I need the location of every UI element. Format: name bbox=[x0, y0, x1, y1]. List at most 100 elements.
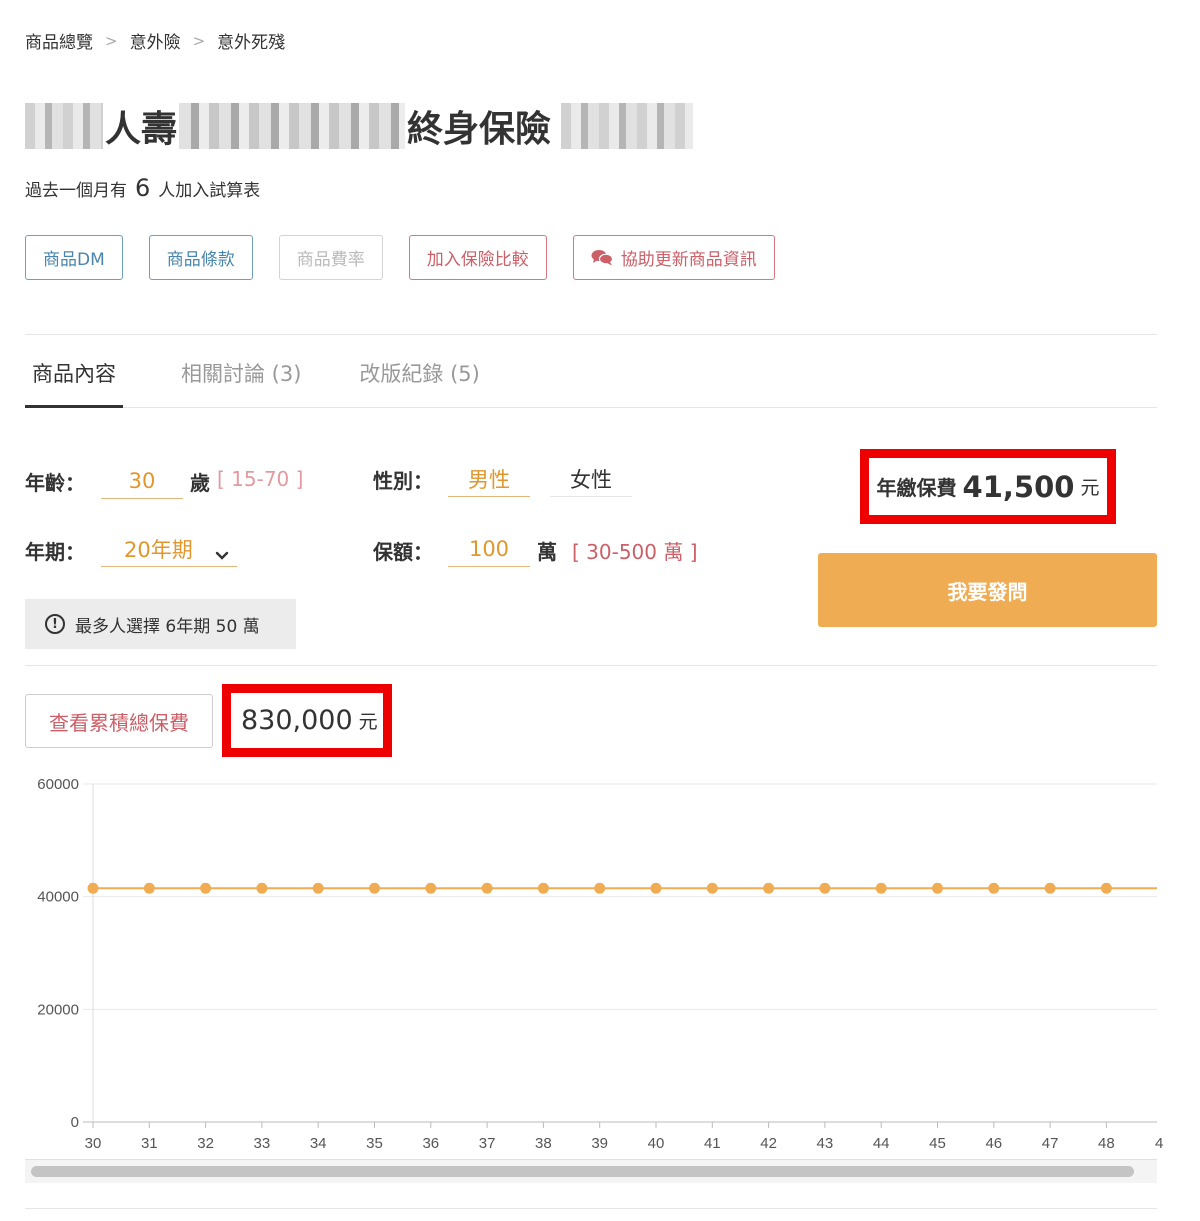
data-point bbox=[1100, 882, 1112, 894]
x-tick-label: 46 bbox=[985, 1135, 1002, 1152]
popularity-count: 6 bbox=[135, 174, 151, 202]
divider bbox=[25, 334, 1157, 335]
gender-female-option[interactable]: 女性 bbox=[550, 461, 632, 497]
term-label: 年期： bbox=[25, 540, 85, 564]
chart-scrollbar[interactable] bbox=[25, 1159, 1157, 1183]
add-compare-button[interactable]: 加入保險比較 bbox=[408, 235, 547, 280]
data-point bbox=[537, 882, 549, 894]
x-tick-label: 34 bbox=[310, 1135, 327, 1152]
product-terms-button[interactable]: 商品條款 bbox=[148, 235, 253, 280]
data-point bbox=[143, 882, 155, 894]
tab-revisions[interactable]: 改版紀錄 (5) bbox=[359, 344, 479, 407]
data-point bbox=[1044, 882, 1056, 894]
redacted-block bbox=[179, 103, 406, 149]
exclamation-circle-icon: ! bbox=[45, 614, 65, 634]
page-title: 人壽 終身保險 bbox=[25, 100, 694, 152]
chevron-down-icon bbox=[215, 542, 229, 566]
y-tick-label: 20000 bbox=[37, 1001, 79, 1018]
tip-text: 最多人選擇 6年期 50 萬 bbox=[75, 616, 260, 637]
x-tick-label: 40 bbox=[648, 1135, 665, 1152]
title-text-part1: 人壽 bbox=[105, 109, 178, 150]
x-tick-label: 30 bbox=[85, 1135, 102, 1152]
y-tick-label: 40000 bbox=[37, 889, 79, 906]
x-tick-label: 43 bbox=[817, 1135, 834, 1152]
x-tick-label: 33 bbox=[254, 1135, 271, 1152]
premium-line-chart: 0 20000 40000 60000 30 31 32 33 34 35 36 37 38 39 40 41… bbox=[0, 760, 1200, 1170]
breadcrumb-item-accident[interactable]: 意外險 bbox=[130, 28, 181, 53]
redacted-block bbox=[25, 103, 103, 149]
annual-premium-box: 年繳保費 41,500 元 bbox=[860, 449, 1116, 524]
redacted-block bbox=[561, 103, 694, 149]
popular-choice-tip: ! 最多人選擇 6年期 50 萬 bbox=[25, 599, 296, 649]
ask-question-button[interactable]: 我要發問 bbox=[818, 553, 1157, 627]
data-point bbox=[87, 882, 99, 894]
data-point bbox=[932, 882, 943, 894]
x-tick-label: 45 bbox=[929, 1135, 946, 1152]
data-point bbox=[706, 882, 718, 894]
view-cumulative-premium-button[interactable]: 查看累積總保費 bbox=[25, 694, 213, 748]
x-tick-label: 38 bbox=[535, 1135, 552, 1152]
breadcrumb-item-accident-death[interactable]: 意外死殘 bbox=[217, 28, 285, 53]
amount-label: 保額： bbox=[373, 540, 433, 564]
data-point bbox=[256, 882, 268, 894]
annual-premium-value: 41,500 bbox=[962, 469, 1075, 504]
divider bbox=[25, 1208, 1157, 1209]
cumulative-total-value: 830,000 bbox=[241, 705, 353, 736]
breadcrumb-separator: > bbox=[105, 31, 118, 50]
product-rates-button[interactable]: 商品費率 bbox=[278, 235, 383, 280]
x-tick-label: 47 bbox=[1042, 1135, 1059, 1152]
data-point bbox=[425, 882, 437, 894]
x-tick-label: 35 bbox=[366, 1135, 383, 1152]
age-label: 年齡： bbox=[25, 471, 85, 495]
x-tick-label: 42 bbox=[760, 1135, 777, 1152]
breadcrumb-item-products[interactable]: 商品總覽 bbox=[25, 28, 93, 53]
tab-discussions[interactable]: 相關討論 (3) bbox=[181, 344, 301, 407]
x-tick-label: 48 bbox=[1098, 1135, 1115, 1152]
title-text-part2: 終身保險 bbox=[407, 109, 552, 150]
data-point bbox=[312, 882, 324, 894]
tab-bar: 商品內容 相關討論 (3) 改版紀錄 (5) bbox=[25, 344, 1157, 408]
amount-input[interactable]: 100 bbox=[448, 531, 530, 567]
age-unit: 歲 bbox=[190, 471, 210, 495]
annual-premium-label: 年繳保費 bbox=[876, 476, 957, 500]
annual-premium-unit: 元 bbox=[1080, 477, 1100, 499]
amount-range: [ 30-500 萬 ] bbox=[572, 540, 698, 564]
x-tick-label-partial: 4 bbox=[1155, 1135, 1163, 1152]
term-select[interactable]: 20年期 bbox=[101, 531, 237, 567]
data-point bbox=[819, 882, 831, 894]
gender-label: 性別： bbox=[373, 469, 433, 493]
x-tick-label: 36 bbox=[422, 1135, 439, 1152]
data-point bbox=[200, 882, 212, 894]
update-info-button[interactable]: 協助更新商品資訊 bbox=[572, 235, 775, 280]
popularity-prefix: 過去一個月有 bbox=[25, 181, 127, 201]
data-point bbox=[650, 882, 662, 894]
data-point bbox=[875, 882, 887, 894]
x-tick-label: 44 bbox=[873, 1135, 890, 1152]
x-tick-label: 39 bbox=[591, 1135, 608, 1152]
x-tick-label: 31 bbox=[141, 1135, 158, 1152]
divider bbox=[25, 665, 1157, 666]
cumulative-total-box: 830,000 元 bbox=[222, 684, 392, 757]
x-tick-label: 37 bbox=[479, 1135, 496, 1152]
comments-icon bbox=[591, 249, 613, 266]
breadcrumb: 商品總覽 > 意外險 > 意外死殘 bbox=[25, 28, 285, 54]
tab-product-content[interactable]: 商品內容 bbox=[25, 344, 123, 408]
term-select-value: 20年期 bbox=[124, 537, 193, 562]
data-point bbox=[763, 882, 775, 894]
cumulative-total-unit: 元 bbox=[358, 711, 378, 733]
gender-male-option[interactable]: 男性 bbox=[448, 461, 530, 497]
data-point bbox=[369, 882, 380, 894]
action-buttons: 商品DM 商品條款 商品費率 加入保險比較 協助更新商品資訊 bbox=[25, 235, 775, 280]
update-info-label: 協助更新商品資訊 bbox=[620, 250, 757, 270]
breadcrumb-separator: > bbox=[192, 31, 206, 50]
data-point bbox=[594, 882, 606, 894]
popularity-text: 過去一個月有 6 人加入試算表 bbox=[25, 174, 260, 202]
y-tick-label: 0 bbox=[71, 1114, 79, 1131]
scrollbar-thumb[interactable] bbox=[31, 1166, 1134, 1177]
data-point bbox=[988, 882, 1000, 894]
age-input[interactable]: 30 bbox=[101, 463, 183, 499]
popularity-suffix: 人加入試算表 bbox=[158, 181, 261, 201]
y-tick-label: 60000 bbox=[37, 776, 79, 793]
age-range: [ 15-70 ] bbox=[217, 467, 304, 491]
product-dm-button[interactable]: 商品DM bbox=[25, 235, 123, 280]
